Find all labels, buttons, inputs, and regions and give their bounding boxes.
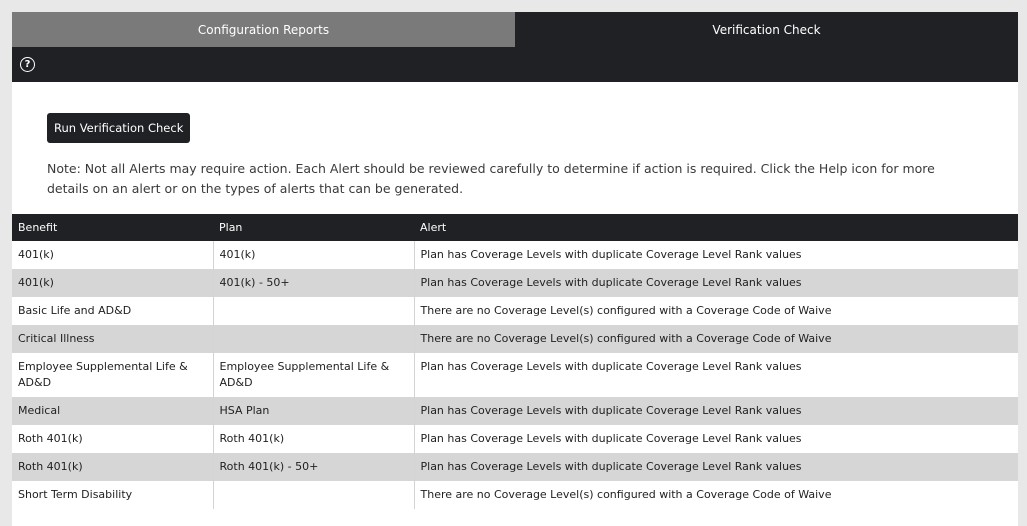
header-plan: Plan (213, 214, 414, 241)
cell-benefit: 401(k) (12, 269, 214, 297)
alerts-table: Benefit Plan Alert 401(k) 401(k) Plan ha… (12, 214, 1018, 509)
tab-verification-check[interactable]: Verification Check (515, 12, 1018, 47)
table-row: Employee Supplemental Life & AD&D Employ… (12, 353, 1018, 397)
cell-benefit: Short Term Disability (12, 481, 214, 509)
cell-alert: Plan has Coverage Levels with duplicate … (414, 241, 1018, 269)
note-text: Note: Not all Alerts may require action.… (47, 161, 935, 196)
cell-plan (213, 297, 415, 325)
table-header-row: Benefit Plan Alert (12, 214, 1018, 241)
table-row: 401(k) 401(k) - 50+ Plan has Coverage Le… (12, 269, 1018, 297)
table-row: Roth 401(k) Roth 401(k) - 50+ Plan has C… (12, 453, 1018, 481)
cell-plan (213, 481, 415, 509)
cell-alert: There are no Coverage Level(s) configure… (414, 325, 1018, 353)
table-row: 401(k) 401(k) Plan has Coverage Levels w… (12, 241, 1018, 269)
cell-plan: 401(k) - 50+ (213, 269, 415, 297)
cell-plan (213, 325, 415, 353)
cell-alert: There are no Coverage Level(s) configure… (414, 481, 1018, 509)
cell-alert: Plan has Coverage Levels with duplicate … (414, 353, 1018, 397)
cell-benefit: Roth 401(k) (12, 425, 214, 453)
cell-plan: Roth 401(k) - 50+ (213, 453, 415, 481)
table-row: Roth 401(k) Roth 401(k) Plan has Coverag… (12, 425, 1018, 453)
cell-plan: Roth 401(k) (213, 425, 415, 453)
toolbar: ? (12, 47, 1018, 82)
cell-alert: Plan has Coverage Levels with duplicate … (414, 269, 1018, 297)
content-area: Run Verification Check Note: Not all Ale… (12, 82, 1018, 199)
tab-configuration-reports[interactable]: Configuration Reports (12, 12, 515, 47)
cell-plan: Employee Supplemental Life & AD&D (213, 353, 415, 397)
cell-benefit: Critical Illness (12, 325, 214, 353)
table-row: Critical Illness There are no Coverage L… (12, 325, 1018, 353)
run-verification-check-button[interactable]: Run Verification Check (47, 113, 191, 143)
cell-benefit: Roth 401(k) (12, 453, 214, 481)
cell-plan: HSA Plan (213, 397, 415, 425)
table-row: Medical HSA Plan Plan has Coverage Level… (12, 397, 1018, 425)
verification-panel: Configuration Reports Verification Check… (12, 12, 1018, 526)
cell-benefit: Basic Life and AD&D (12, 297, 214, 325)
header-alert: Alert (414, 214, 1018, 241)
cell-alert: Plan has Coverage Levels with duplicate … (414, 425, 1018, 453)
cell-alert: Plan has Coverage Levels with duplicate … (414, 453, 1018, 481)
cell-benefit: 401(k) (12, 241, 214, 269)
cell-plan: 401(k) (213, 241, 415, 269)
table-row: Basic Life and AD&D There are no Coverag… (12, 297, 1018, 325)
cell-alert: Plan has Coverage Levels with duplicate … (414, 397, 1018, 425)
help-icon[interactable]: ? (20, 57, 35, 72)
cell-benefit: Medical (12, 397, 214, 425)
table-row: Short Term Disability There are no Cover… (12, 481, 1018, 509)
cell-benefit: Employee Supplemental Life & AD&D (12, 353, 214, 397)
tab-bar: Configuration Reports Verification Check (12, 12, 1018, 47)
cell-alert: There are no Coverage Level(s) configure… (414, 297, 1018, 325)
header-benefit: Benefit (12, 214, 213, 241)
